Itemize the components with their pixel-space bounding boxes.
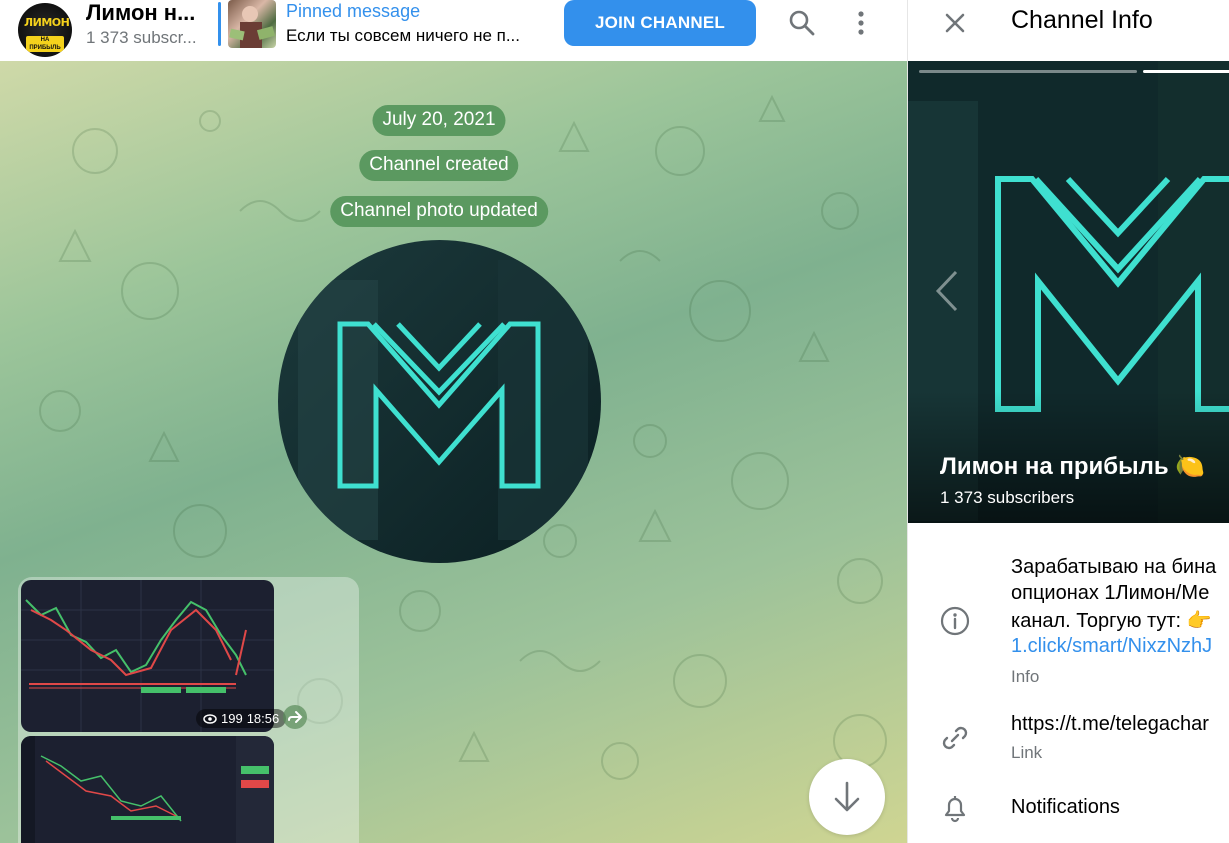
message-meta: 199 18:56 (196, 709, 287, 728)
date-pill: July 20, 2021 (372, 105, 506, 136)
channel-photo-gallery[interactable]: Лимон на прибыль 🍋 1 373 subscribers (908, 61, 1229, 523)
channel-created-pill: Channel created (359, 150, 519, 181)
share-button[interactable] (283, 705, 307, 729)
avatar-logo-subtext: НА ПРИБЫЛЬ (26, 36, 64, 52)
search-icon[interactable] (785, 6, 819, 40)
pinned-message-title[interactable]: Pinned message (286, 1, 420, 22)
info-panel-title: Channel Info (1011, 6, 1153, 34)
description-line-1: Зарабатываю на бина (1011, 556, 1217, 578)
channel-title[interactable]: Лимон н... (86, 0, 195, 26)
notifications-label[interactable]: Notifications (1011, 796, 1120, 819)
chat-panel: ЛИМОН НА ПРИБЫЛЬ Лимон н... 1 373 subscr… (0, 0, 907, 843)
join-channel-button[interactable]: JOIN CHANNEL (564, 0, 756, 46)
pinned-message-text[interactable]: Если ты совсем ничего не п... (286, 26, 520, 46)
chart-screenshot-2[interactable] (21, 736, 274, 843)
description-line-2: опционах 1Лимон/Ме (1011, 582, 1210, 604)
bell-icon (938, 791, 972, 825)
link-label: Link (1011, 743, 1043, 762)
description-line-3: канал. Торгую тут: 👉 (1011, 610, 1212, 632)
info-icon (938, 604, 972, 638)
channel-photo-large[interactable] (278, 240, 601, 563)
info-label: Info (1011, 667, 1040, 686)
photo-progress-1 (919, 70, 1137, 73)
link-icon (938, 721, 972, 755)
arrow-down-icon (834, 781, 860, 812)
view-count: 199 (221, 711, 243, 726)
forward-icon (288, 711, 303, 723)
subscriber-count: 1 373 subscribers (940, 488, 1075, 507)
channel-subscriber-count: 1 373 subscr... (86, 28, 197, 47)
channel-avatar[interactable]: ЛИМОН НА ПРИБЫЛЬ (18, 3, 72, 57)
message-time: 18:56 (246, 711, 280, 726)
pinned-indicator (218, 2, 221, 46)
photo-progress-2 (1143, 70, 1229, 73)
avatar-logo-text: ЛИМОН (24, 16, 70, 29)
close-icon[interactable] (938, 6, 972, 40)
scroll-down-button[interactable] (809, 759, 885, 835)
description-link[interactable]: 1.click/smart/NixzNzhJ (1011, 635, 1212, 658)
channel-info-panel: Channel Info Лимон на прибыль 🍋 1 373 su… (907, 0, 1229, 843)
chevron-left-icon[interactable] (930, 266, 966, 316)
channel-photo-updated-pill: Channel photo updated (330, 196, 548, 227)
eye-icon (203, 713, 217, 724)
pinned-thumbnail[interactable] (228, 0, 276, 48)
channel-link[interactable]: https://t.me/telegachar (1011, 713, 1209, 736)
channel-name: Лимон на прибыль 🍋 (940, 453, 1206, 480)
more-vertical-icon[interactable] (844, 6, 878, 40)
chat-header: ЛИМОН НА ПРИБЫЛЬ Лимон н... 1 373 subscr… (0, 0, 907, 61)
